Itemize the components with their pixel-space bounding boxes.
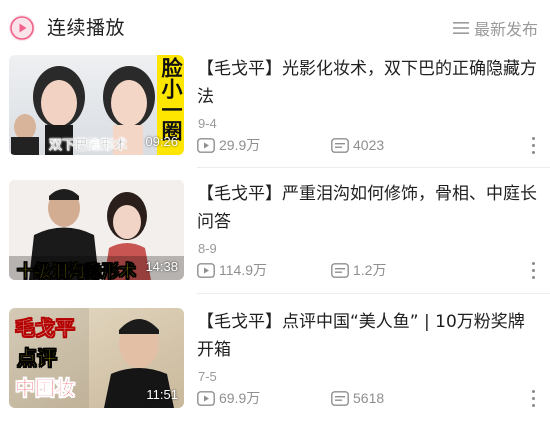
video-stats: 114.9万 1.2万	[197, 258, 386, 282]
video-thumbnail[interactable]: 毛戈平 点评 中国妆 11:51	[9, 308, 184, 408]
sort-label: 最新发布	[473, 20, 538, 39]
playlist-header: 连续播放 最新发布	[0, 0, 550, 56]
video-date: 9-4	[198, 116, 217, 131]
danmaku-icon	[331, 390, 349, 406]
view-count: 114.9万	[219, 262, 267, 278]
play-count-icon	[197, 137, 215, 153]
thumbnail-side-caption: 脸小一圈	[159, 57, 183, 141]
play-count-icon	[197, 262, 215, 278]
video-date: 8-9	[198, 241, 217, 256]
view-count: 69.9万	[219, 390, 261, 406]
divider	[197, 293, 550, 294]
list-item[interactable]: 脸小一圈 双下巴隐形术 09:26 【毛戈平】光影化妆术，双下巴的正确隐藏方法 …	[0, 55, 550, 175]
list-item[interactable]: 毛戈平 点评 中国妆 11:51 【毛戈平】点评中国“美人鱼” | 10万粉奖牌…	[0, 308, 550, 428]
thumbnail-caption-line3: 中国妆	[15, 376, 76, 401]
video-date: 7-5	[198, 369, 217, 384]
danmaku-count: 1.2万	[353, 262, 387, 278]
video-thumbnail[interactable]: 脸小一圈 双下巴隐形术 09:26	[9, 55, 184, 155]
video-title[interactable]: 【毛戈平】严重泪沟如何修饰，骨相、中庭长问答	[197, 180, 537, 236]
sort-latest-button[interactable]: 最新发布	[452, 16, 538, 40]
danmaku-icon	[331, 137, 349, 153]
thumbnail-caption-line1: 毛戈平	[15, 316, 76, 341]
view-count: 29.9万	[219, 137, 261, 153]
video-duration: 11:51	[146, 387, 178, 402]
video-title[interactable]: 【毛戈平】点评中国“美人鱼” | 10万粉奖牌开箱	[197, 308, 537, 364]
video-stats: 69.9万 5618	[197, 386, 384, 410]
video-title[interactable]: 【毛戈平】光影化妆术，双下巴的正确隐藏方法	[197, 55, 537, 111]
more-options-icon[interactable]	[528, 262, 538, 284]
thumbnail-caption-line2: 点评	[17, 346, 58, 371]
more-options-icon[interactable]	[528, 390, 538, 412]
more-options-icon[interactable]	[528, 137, 538, 159]
video-duration: 09:26	[145, 134, 178, 149]
divider	[197, 167, 550, 168]
thumbnail-caption: 双下巴隐形术	[49, 138, 128, 153]
video-duration: 14:38	[145, 259, 178, 274]
thumbnail-caption: 十级泪沟隐形术	[17, 262, 137, 280]
danmaku-count: 5618	[353, 390, 385, 406]
autoplay-title[interactable]: 连续播放	[47, 14, 125, 42]
list-item[interactable]: 十级泪沟隐形术 14:38 【毛戈平】严重泪沟如何修饰，骨相、中庭长问答 8-9…	[0, 180, 550, 300]
danmaku-count: 4023	[353, 137, 385, 153]
list-sort-icon	[452, 22, 469, 34]
autoplay-icon[interactable]	[9, 15, 35, 41]
video-stats: 29.9万 4023	[197, 133, 384, 157]
play-count-icon	[197, 390, 215, 406]
danmaku-icon	[331, 262, 349, 278]
video-thumbnail[interactable]: 十级泪沟隐形术 14:38	[9, 180, 184, 280]
